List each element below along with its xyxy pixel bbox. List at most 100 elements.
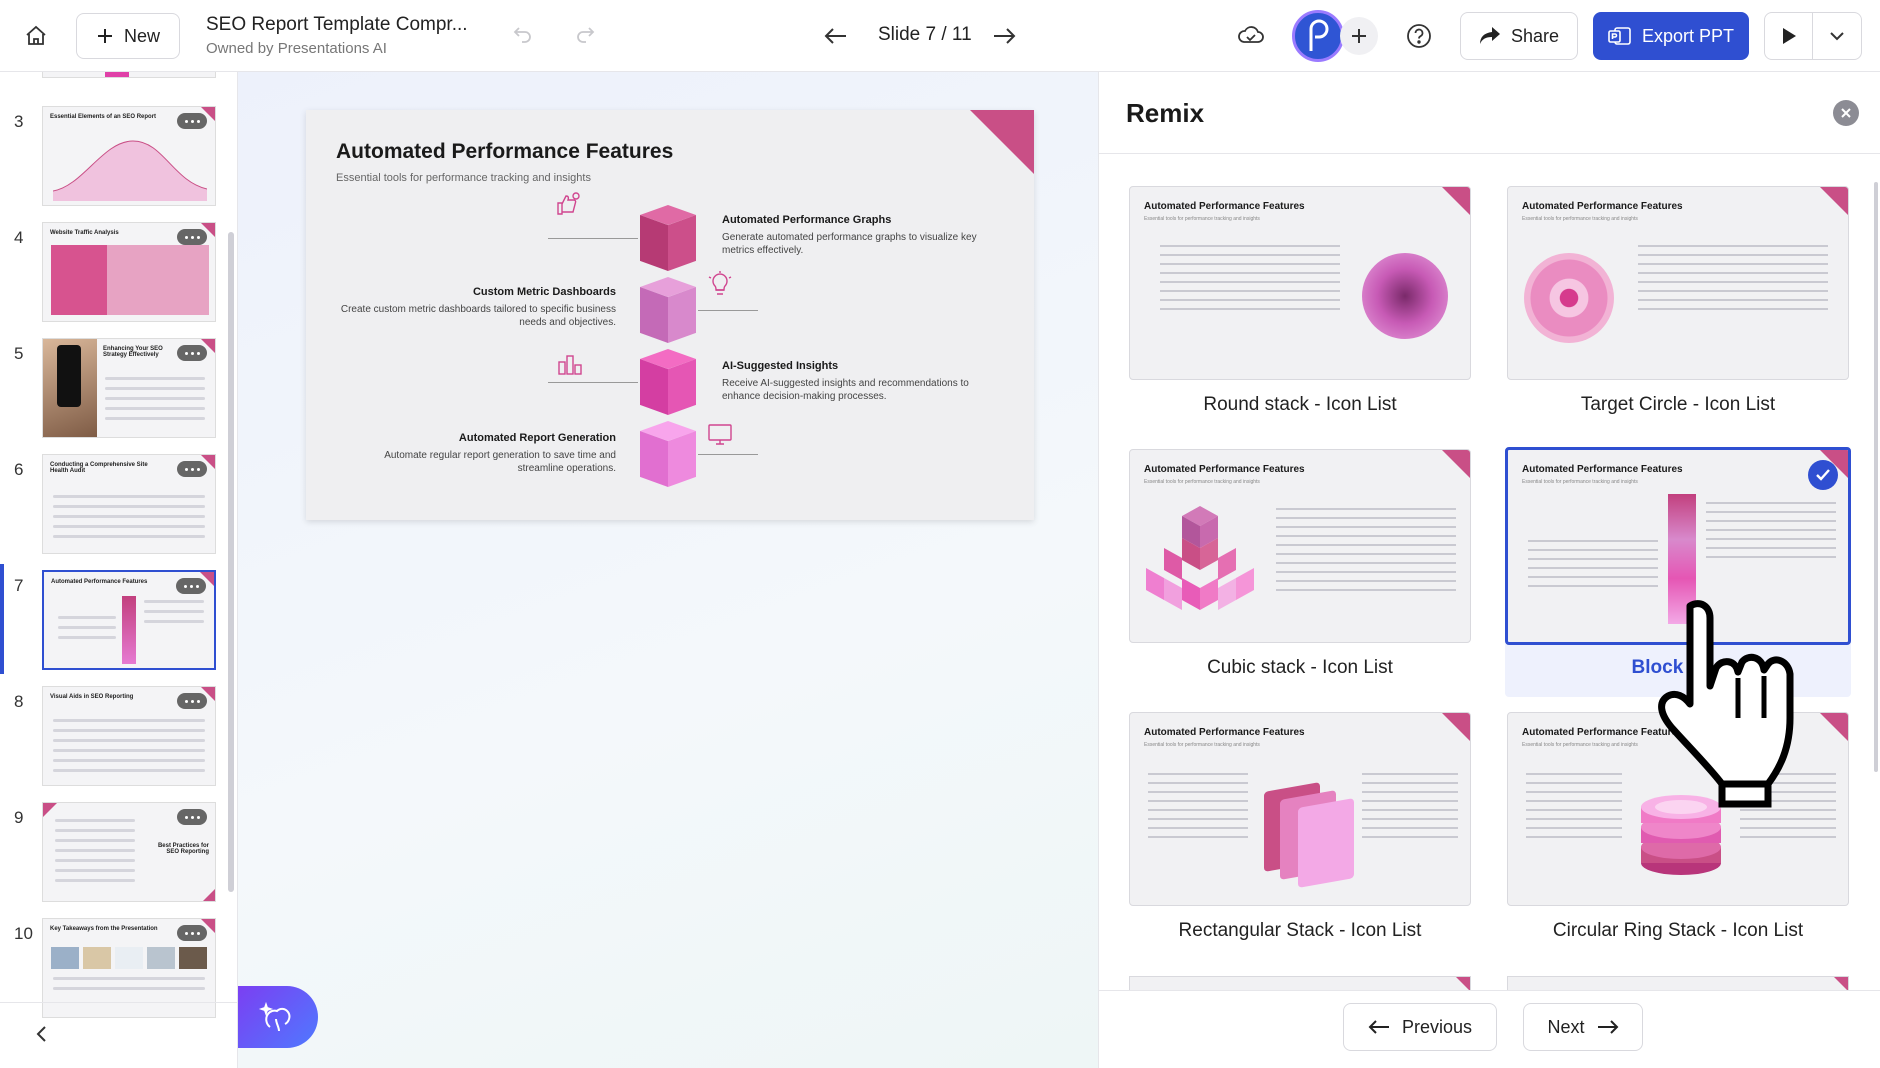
thumbnail-image: Essential Elements of an SEO Report — [42, 106, 216, 206]
export-ppt-button[interactable]: Export PPT — [1593, 12, 1749, 60]
preview-lines — [1638, 245, 1828, 317]
slide-thumbnail-8[interactable]: 8 Visual Aids in SEO Reporting — [0, 686, 237, 792]
preview-lines — [1276, 508, 1456, 598]
feature-automated-graphs[interactable]: Automated Performance Graphs Generate au… — [722, 214, 1002, 257]
preview-subtitle: Essential tools for performance tracking… — [1522, 216, 1638, 222]
share-button-label: Share — [1510, 25, 1560, 46]
feature-ai-insights[interactable]: AI-Suggested Insights Receive AI-suggest… — [722, 360, 1002, 403]
thumbnail-menu-icon[interactable] — [177, 809, 207, 825]
thumbnail-title: Essential Elements of an SEO Report — [50, 114, 157, 120]
remix-header: Remix — [1099, 72, 1880, 154]
chevron-down-icon[interactable] — [1813, 13, 1861, 59]
preview-lines-left — [1526, 773, 1622, 845]
layout-option-partial[interactable] — [1129, 976, 1471, 990]
feature-custom-dashboards[interactable]: Custom Metric Dashboards Create custom m… — [336, 286, 616, 329]
connector-line — [698, 454, 758, 455]
chevron-left-icon[interactable] — [32, 1024, 52, 1044]
thumbnail-title: Enhancing Your SEO Strategy Effectively — [103, 346, 163, 358]
layout-option-cubic-stack[interactable]: Automated Performance Features Essential… — [1129, 449, 1471, 695]
avatar[interactable] — [1292, 10, 1344, 62]
ai-sparkle-icon — [258, 1001, 291, 1032]
next-button-label: Next — [1547, 1016, 1585, 1037]
target-circle-graphic — [1524, 253, 1614, 343]
cube-1 — [636, 205, 700, 281]
ai-assistant-button[interactable] — [238, 986, 318, 1048]
slide-7-preview[interactable]: Automated Performance Features Essential… — [306, 110, 1034, 520]
slide-thumbnail-7[interactable]: 7 Automated Performance Features — [0, 564, 237, 676]
previous-slide-arrow-icon[interactable] — [822, 22, 850, 50]
arrow-left-icon — [1368, 1020, 1389, 1034]
slide-thumbnail-2-partial[interactable] — [42, 72, 216, 78]
slide-title[interactable]: Automated Performance Features — [336, 140, 673, 164]
thumb-photo-3 — [115, 947, 143, 969]
thumbnail-title: Key Takeaways from the Presentation — [50, 926, 158, 932]
document-owner: Owned by Presentations AI — [206, 40, 387, 57]
thumbnail-title: Best Practices for SEO Reporting — [157, 843, 209, 855]
powerpoint-icon — [1608, 27, 1631, 45]
slide-number: 9 — [14, 808, 24, 827]
play-icon[interactable] — [1765, 13, 1813, 59]
preview-corner — [1834, 977, 1848, 990]
thumbnail-title: Website Traffic Analysis — [50, 230, 119, 236]
slide-subtitle[interactable]: Essential tools for performance tracking… — [336, 172, 591, 184]
feature-report-generation[interactable]: Automated Report Generation Automate reg… — [336, 432, 616, 475]
thumbnail-menu-icon[interactable] — [177, 113, 207, 129]
slide-thumbnail-3[interactable]: 3 Essential Elements of an SEO Report — [0, 106, 237, 212]
cloud-sync-icon[interactable] — [1236, 20, 1268, 52]
preview-subtitle: Essential tools for performance tracking… — [1522, 742, 1638, 748]
thumbnail-menu-icon[interactable] — [176, 578, 206, 594]
layout-option-label: Round stack - Icon List — [1203, 394, 1397, 415]
preview-subtitle: Essential tools for performance tracking… — [1144, 742, 1260, 748]
new-button[interactable]: New — [76, 13, 180, 59]
sidebar-scrollbar[interactable] — [228, 232, 234, 892]
thumbnail-menu-icon[interactable] — [177, 925, 207, 941]
slide-number: 4 — [14, 228, 24, 247]
next-button[interactable]: Next — [1523, 1003, 1643, 1051]
document-title[interactable]: SEO Report Template Compr... — [206, 14, 468, 36]
help-icon[interactable] — [1405, 22, 1433, 50]
undo-icon[interactable] — [512, 24, 538, 48]
close-icon[interactable] — [1833, 100, 1859, 126]
layout-option-round-stack[interactable]: Automated Performance Features Essential… — [1129, 186, 1471, 432]
thumbnail-menu-icon[interactable] — [177, 345, 207, 361]
layout-option-target-circle[interactable]: Automated Performance Features Essential… — [1507, 186, 1849, 432]
export-button-label: Export PPT — [1641, 25, 1735, 46]
share-arrow-icon — [1479, 27, 1500, 44]
slide-thumbnail-5[interactable]: 5 Enhancing Your SEO Strategy Effectivel… — [0, 338, 237, 444]
slide-corner-decoration — [970, 110, 1034, 174]
previous-button[interactable]: Previous — [1343, 1003, 1497, 1051]
next-slide-arrow-icon[interactable] — [990, 22, 1018, 50]
layout-option-rectangular-stack[interactable]: Automated Performance Features Essential… — [1129, 712, 1471, 958]
preview-lines-left — [1528, 540, 1658, 594]
slide-thumbnail-6[interactable]: 6 Conducting a Comprehensive Site Health… — [0, 454, 237, 560]
thumbnail-image: Website Traffic Analysis — [42, 222, 216, 322]
thumbnail-menu-icon[interactable] — [177, 693, 207, 709]
slide-thumbnail-9[interactable]: 9 Best Practices for SEO Reporting — [0, 802, 237, 908]
remix-scrollbar[interactable] — [1874, 182, 1878, 772]
preview-title: Automated Performance Features — [1522, 201, 1683, 212]
thumb-cube-stack — [122, 596, 136, 664]
layout-option-label: Rectangular Stack - Icon List — [1178, 920, 1422, 941]
cubic-stack-graphic — [1146, 506, 1254, 610]
home-icon[interactable] — [18, 18, 54, 54]
layout-option-partial[interactable] — [1507, 976, 1849, 990]
thumb-photo-4 — [147, 947, 175, 969]
thumb-photo-1 — [51, 947, 79, 969]
thumb-lines — [105, 377, 205, 427]
hand-pointer-cursor-icon — [1658, 600, 1794, 808]
preview-lines-left — [1148, 773, 1248, 845]
feature-desc: Create custom metric dashboards tailored… — [340, 304, 616, 328]
thumbnail-menu-icon[interactable] — [177, 461, 207, 477]
thumb-corner-left — [43, 803, 57, 817]
add-collaborator-icon[interactable] — [1340, 17, 1378, 55]
connector-line — [548, 238, 638, 239]
area-chart-icon — [53, 140, 207, 201]
preview-lines-right — [1706, 502, 1836, 565]
slide-thumbnail-10[interactable]: 10 Key Takeaways from the Presentation — [0, 918, 237, 1024]
feature-title: Custom Metric Dashboards — [472, 286, 616, 298]
share-button[interactable]: Share — [1460, 12, 1578, 60]
redo-icon[interactable] — [574, 24, 600, 48]
plus-icon — [97, 29, 112, 43]
thumbnail-menu-icon[interactable] — [177, 229, 207, 245]
slide-thumbnail-4[interactable]: 4 Website Traffic Analysis — [0, 222, 237, 328]
